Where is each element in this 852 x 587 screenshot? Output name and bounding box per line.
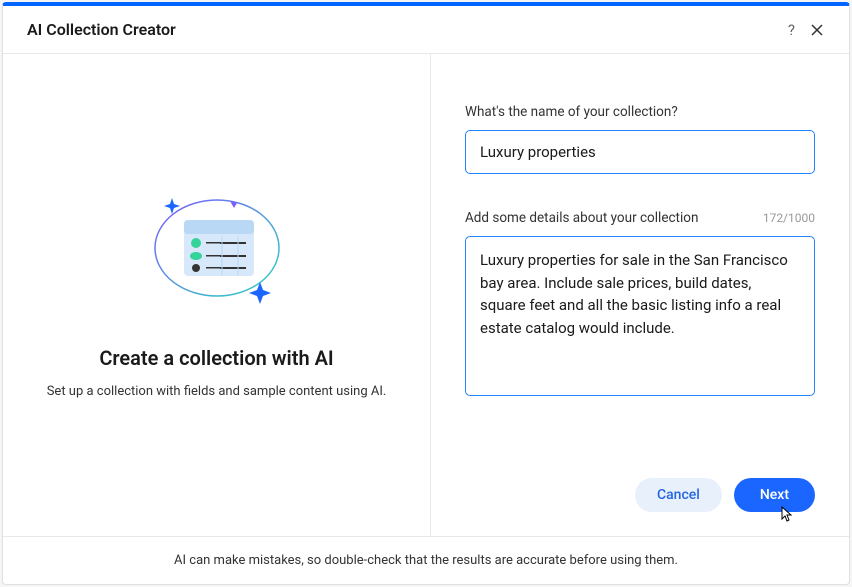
collection-details-input[interactable] xyxy=(465,236,815,396)
close-icon[interactable] xyxy=(809,22,825,38)
collection-name-label: What's the name of your collection? xyxy=(465,104,678,120)
collection-details-label: Add some details about your collection xyxy=(465,210,698,226)
disclaimer-text: AI can make mistakes, so double-check th… xyxy=(174,553,678,568)
collection-name-group: What's the name of your collection? xyxy=(465,104,815,174)
ai-collection-creator-modal: AI Collection Creator ? xyxy=(2,2,850,585)
modal-footer: AI can make mistakes, so double-check th… xyxy=(3,536,849,584)
left-panel-subtitle: Set up a collection with fields and samp… xyxy=(47,382,387,402)
modal-header: AI Collection Creator ? xyxy=(3,6,849,54)
modal-body: Create a collection with AI Set up a col… xyxy=(3,54,849,536)
collection-name-input[interactable] xyxy=(465,130,815,174)
next-button[interactable]: Next xyxy=(734,478,815,512)
cancel-button[interactable]: Cancel xyxy=(635,478,722,512)
collection-details-group: Add some details about your collection 1… xyxy=(465,210,815,400)
modal-title: AI Collection Creator xyxy=(27,20,176,39)
help-icon[interactable]: ? xyxy=(788,21,795,39)
left-panel-title: Create a collection with AI xyxy=(99,346,333,370)
header-actions: ? xyxy=(788,21,825,39)
button-row: Cancel Next xyxy=(465,478,815,512)
ai-collection-illustration xyxy=(142,188,292,318)
right-panel: What's the name of your collection? Add … xyxy=(431,54,849,536)
char-count: 172/1000 xyxy=(763,211,815,225)
left-panel: Create a collection with AI Set up a col… xyxy=(3,54,431,536)
